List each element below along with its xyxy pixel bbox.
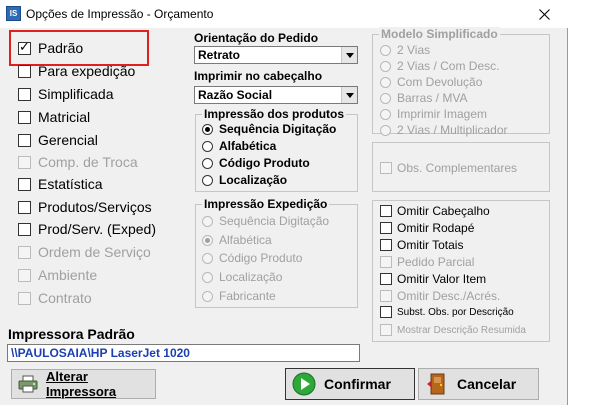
option-ordem-de-servico: Ordem de Serviço — [18, 242, 151, 262]
checkbox — [18, 155, 31, 169]
option-para-expedicao[interactable]: Para expedição — [18, 61, 135, 81]
option-omitir-rodape[interactable]: Omitir Rodapé — [380, 220, 474, 236]
radio-button — [202, 234, 213, 246]
window-title: Opções de Impressão - Orçamento — [26, 7, 214, 21]
radio-exped-alfabetica: Alfabética — [202, 232, 272, 248]
radio-products-alfabetica[interactable]: Alfabética — [202, 138, 276, 154]
radio-button — [202, 290, 213, 302]
radio-products-localizacao[interactable]: Localização — [202, 172, 287, 188]
radio-simpl-barras-mva: Barras / MVA — [380, 90, 467, 106]
checkbox[interactable] — [380, 239, 392, 251]
orientation-select[interactable]: Retrato — [194, 46, 358, 64]
option-contrato: Contrato — [18, 288, 92, 308]
checkbox[interactable] — [18, 133, 31, 147]
chevron-down-icon[interactable] — [341, 47, 357, 63]
radio-simpl-devolucao: Com Devolução — [380, 74, 482, 90]
checkbox — [18, 268, 31, 282]
checkbox — [18, 245, 31, 259]
radio-button — [202, 252, 213, 264]
radio-button — [380, 44, 391, 56]
option-subst-obs-descricao[interactable]: Subst. Obs. por Descrição — [380, 304, 514, 320]
radio-button — [380, 92, 391, 104]
printer-icon — [18, 375, 38, 393]
checkbox[interactable] — [380, 222, 392, 234]
radio-button — [380, 124, 391, 136]
products-group-title: Impressão dos produtos — [202, 107, 347, 121]
confirm-label: Confirmar — [324, 376, 391, 392]
checkbox[interactable] — [18, 64, 31, 78]
radio-exped-fabricante: Fabricante — [202, 288, 276, 304]
checkbox — [380, 162, 392, 174]
radio-button — [202, 215, 213, 227]
header-print-label: Imprimir no cabeçalho — [194, 69, 323, 83]
radio-simpl-imprimir-imagem: Imprimir Imagem — [380, 106, 487, 122]
checkbox[interactable] — [18, 200, 31, 214]
option-prod-serv-exped[interactable]: Prod/Serv. (Exped) — [18, 219, 156, 239]
option-omitir-desc-acres: Omitir Desc./Acrés. — [380, 288, 500, 304]
checkbox[interactable] — [380, 205, 392, 217]
radio-exped-codigo: Código Produto — [202, 250, 302, 266]
checkbox[interactable] — [18, 222, 31, 236]
orientation-label: Orientação do Pedido — [194, 31, 319, 45]
radio-simpl-2-vias: 2 Vias — [380, 42, 430, 58]
confirm-button[interactable]: Confirmar — [285, 368, 415, 400]
close-icon — [538, 8, 550, 20]
radio-button — [380, 108, 391, 120]
exit-door-icon — [425, 372, 449, 396]
checkbox — [380, 290, 392, 302]
title-bar: IS Opções de Impressão - Orçamento — [0, 0, 568, 28]
option-produtos-servicos[interactable]: Produtos/Serviços — [18, 197, 152, 217]
option-simplificada[interactable]: Simplificada — [18, 84, 113, 104]
app-icon: IS — [6, 6, 21, 21]
radio-button — [202, 271, 213, 283]
chevron-down-icon[interactable] — [341, 87, 357, 103]
option-estatistica[interactable]: Estatística — [18, 174, 103, 194]
option-ambiente: Ambiente — [18, 265, 97, 285]
printer-label: Impressora Padrão — [8, 326, 135, 342]
radio-exped-sequencia: Sequência Digitação — [202, 213, 329, 229]
cancel-button[interactable]: Cancelar — [418, 368, 539, 400]
option-pedido-parcial: Pedido Parcial — [380, 254, 474, 270]
confirm-arrow-icon — [292, 372, 316, 396]
alter-printer-label: Alterar Impressora — [46, 369, 117, 399]
radio-simpl-2-vias-desc: 2 Vias / Com Desc. — [380, 58, 499, 74]
option-comp-de-troca: Comp. de Troca — [18, 152, 138, 172]
checkbox — [18, 291, 31, 305]
checkbox[interactable] — [380, 306, 392, 318]
print-options-window: IS Opções de Impressão - Orçamento ✓ Pad… — [0, 0, 568, 405]
radio-simpl-multiplicador: 2 Vias / Multiplicador — [380, 122, 508, 138]
checkbox[interactable] — [380, 273, 392, 285]
radio-button[interactable] — [202, 123, 213, 135]
close-button[interactable] — [521, 0, 567, 28]
checkbox — [380, 324, 392, 336]
option-mostrar-descricao-resumida: Mostrar Descrição Resumida — [380, 322, 526, 338]
checkbox[interactable] — [18, 87, 31, 101]
simplified-group-title: Modelo Simplificado — [379, 27, 500, 41]
option-omitir-totais[interactable]: Omitir Totais — [380, 237, 463, 253]
checkbox[interactable] — [18, 110, 31, 124]
option-obs-complementares: Obs. Complementares — [380, 160, 517, 176]
radio-button — [380, 60, 391, 72]
radio-button[interactable] — [202, 157, 213, 169]
cancel-label: Cancelar — [457, 376, 517, 392]
radio-exped-localizacao: Localização — [202, 269, 282, 285]
radio-products-sequencia[interactable]: Sequência Digitação — [202, 121, 336, 137]
radio-button[interactable] — [202, 140, 213, 152]
checkbox[interactable] — [18, 177, 31, 191]
header-print-select[interactable]: Razão Social — [194, 86, 358, 104]
radio-products-codigo[interactable]: Código Produto — [202, 155, 310, 171]
option-omitir-cabecalho[interactable]: Omitir Cabeçalho — [380, 203, 490, 219]
option-matricial[interactable]: Matricial — [18, 107, 90, 127]
printer-field[interactable]: \\PAULOSAIA\HP LaserJet 1020 — [7, 344, 360, 362]
option-omitir-valor-item[interactable]: Omitir Valor Item — [380, 271, 486, 287]
expedition-group-title: Impressão Expedição — [202, 197, 330, 211]
option-gerencial[interactable]: Gerencial — [18, 130, 98, 150]
checkbox — [380, 256, 392, 268]
radio-button[interactable] — [202, 174, 213, 186]
alter-printer-button[interactable]: Alterar Impressora — [11, 369, 156, 399]
radio-button — [380, 76, 391, 88]
